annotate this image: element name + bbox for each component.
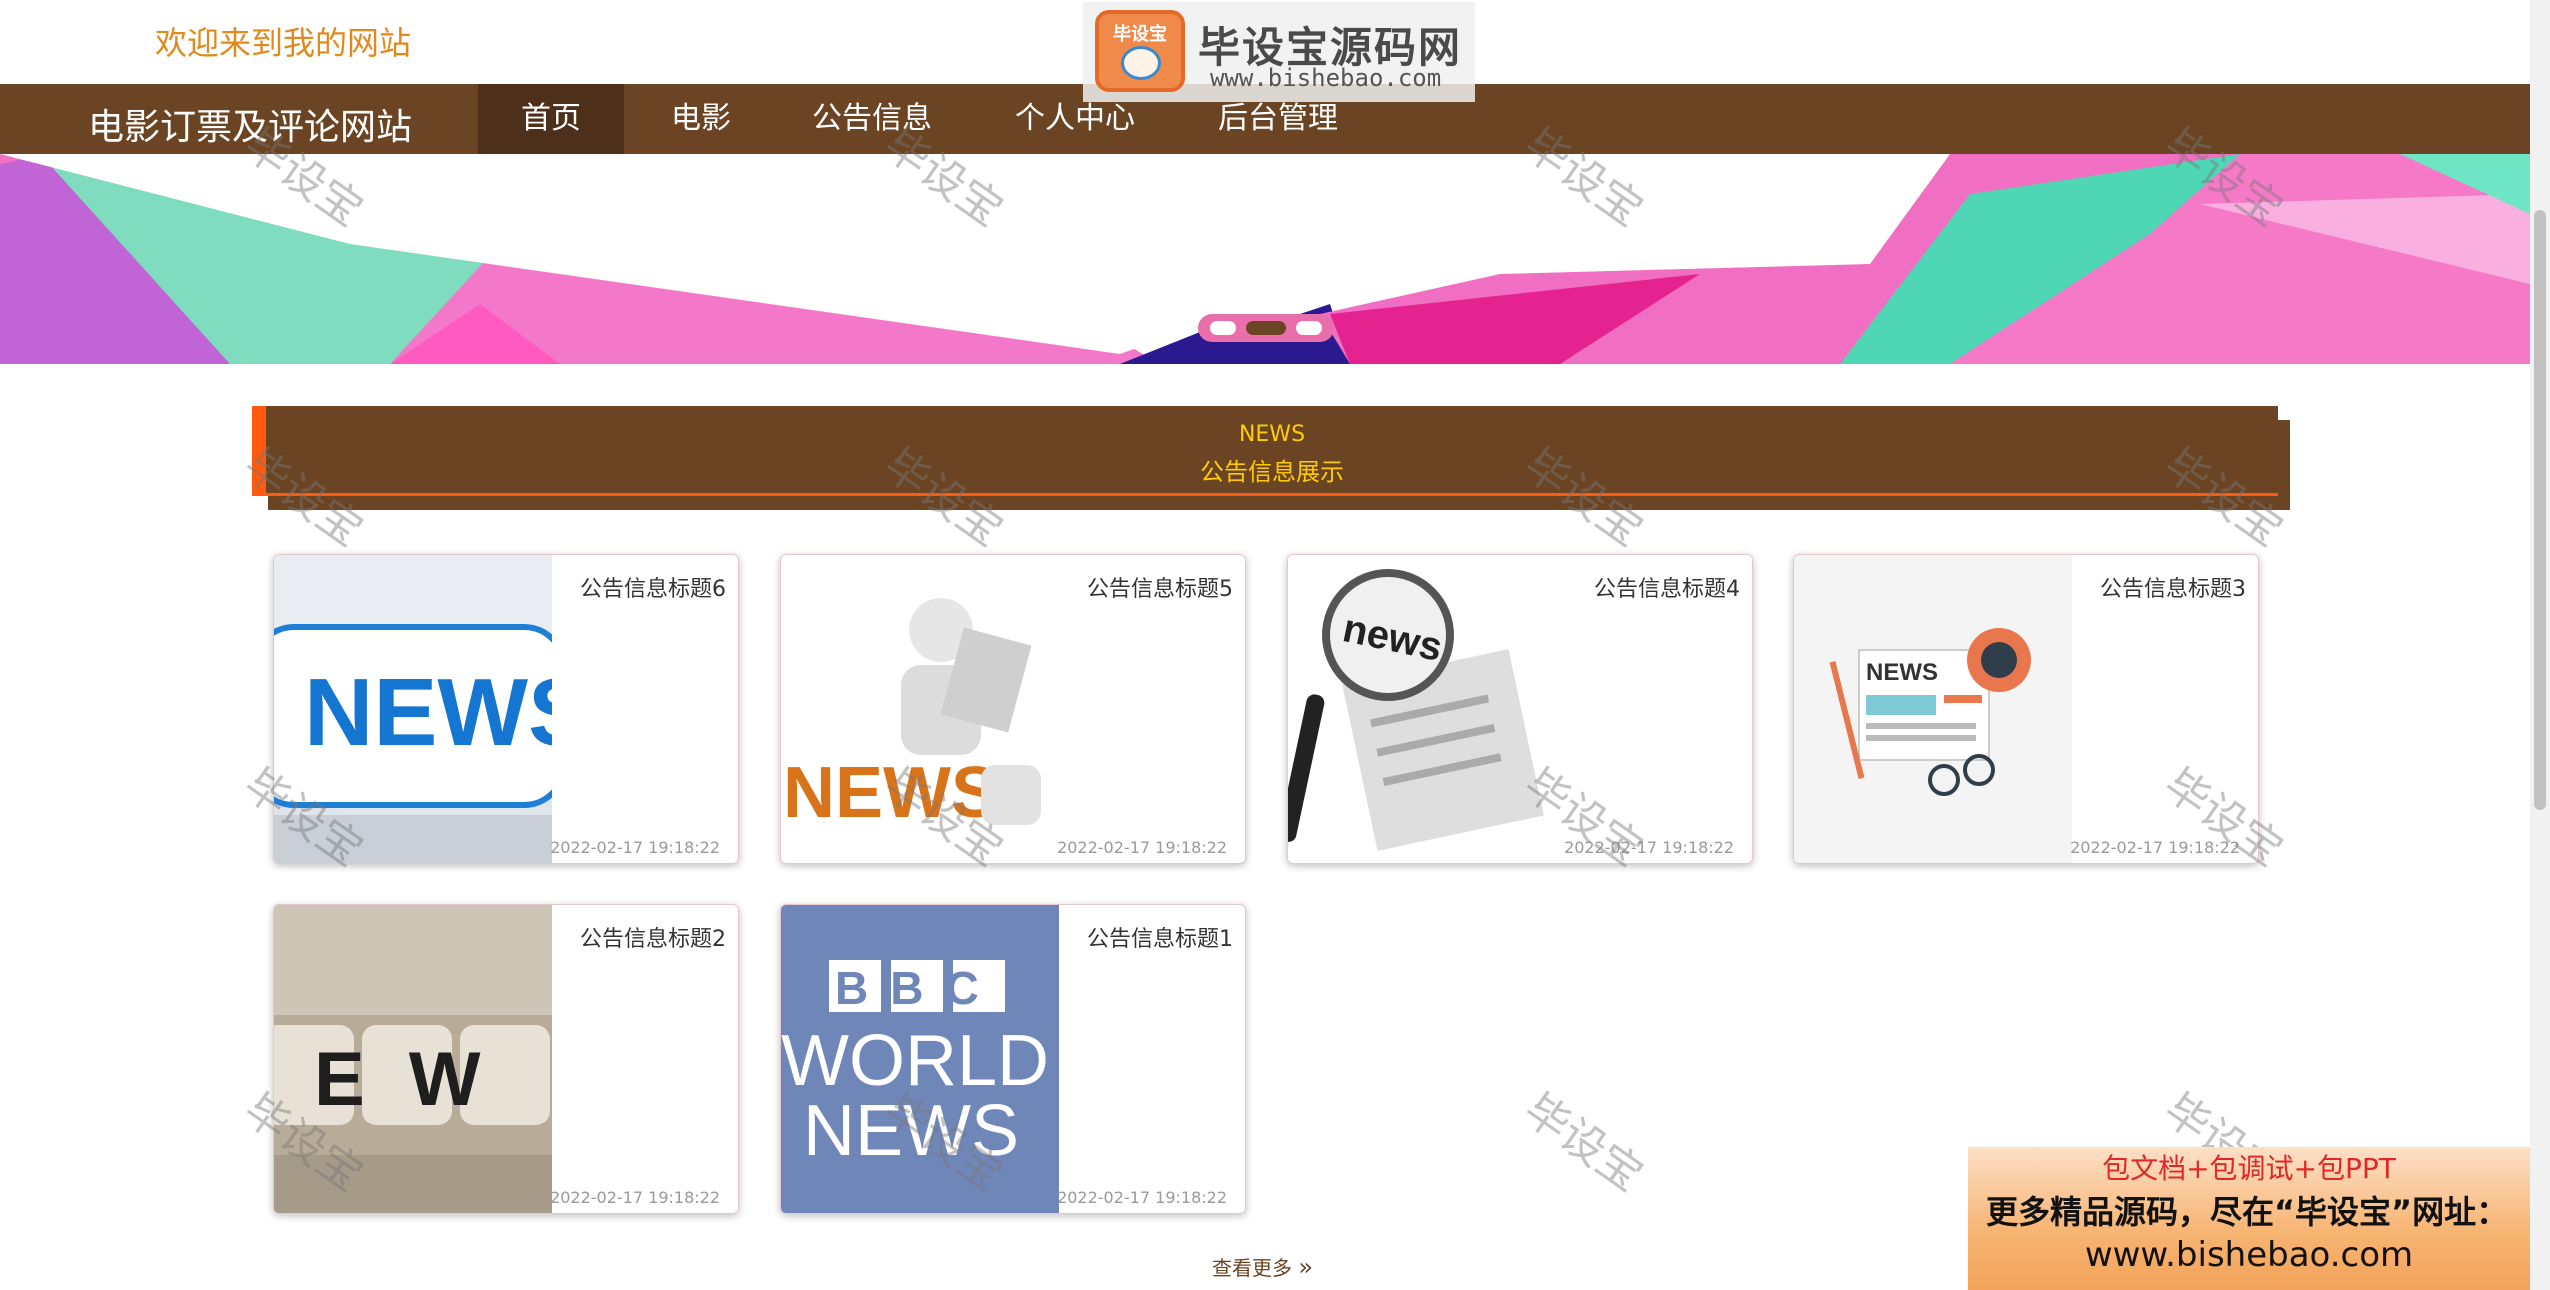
news-card[interactable]: news 公告信息标题4 2022-02-17 19:18:22 [1287, 554, 1753, 864]
news-card[interactable]: NEWS 公告信息标题3 2022-02-17 19:18:22 [1793, 554, 2259, 864]
news-title: 公告信息标题5 [1087, 577, 1233, 602]
news-title: 公告信息标题3 [2100, 577, 2246, 602]
nav-item-announcements[interactable]: 公告信息 [776, 84, 968, 154]
carousel-dot-active[interactable] [1246, 321, 1286, 335]
promo-ad-url[interactable]: www.bishebao.com [1968, 1235, 2530, 1275]
thumbnail-text: BBC [835, 962, 1001, 1014]
thumbnail-text: NEWS [783, 753, 999, 833]
news-time: 2022-02-17 19:18:22 [550, 838, 720, 857]
scrollbar[interactable] [2530, 0, 2550, 1290]
news-time: 2022-02-17 19:18:22 [1057, 1188, 1227, 1207]
news-card[interactable]: BBC WORLD NEWS 公告信息标题1 2022-02-17 19:18:… [780, 904, 1246, 1214]
thumbnail-text: WORLD [781, 1021, 1049, 1101]
thumbnail-text: NEWS [1866, 659, 1938, 686]
news-title: 公告信息标题6 [580, 577, 726, 602]
logo-badge-text: 毕设宝 [1113, 24, 1167, 45]
news-time: 2022-02-17 19:18:22 [2070, 838, 2240, 857]
news-title: 公告信息标题1 [1087, 927, 1233, 952]
watermark-text: 毕设宝 [1514, 1084, 1652, 1202]
news-thumbnail: EW [274, 905, 552, 1213]
double-chevron-right-icon: » [1298, 1253, 1314, 1281]
carousel-dot[interactable] [1210, 321, 1236, 335]
nav-item-movies[interactable]: 电影 [628, 84, 774, 154]
scrollbar-thumb[interactable] [2534, 210, 2546, 810]
news-thumbnail: BBC WORLD NEWS [781, 905, 1059, 1213]
news-thumbnail: NEWS [1794, 555, 2072, 863]
thumbnail-text: NEWS [803, 1091, 1019, 1171]
promo-ad-line1: 包文档+包调试+包PPT [2102, 1152, 2396, 1185]
thumbnail-text: NEWS [304, 659, 552, 766]
carousel-dot[interactable] [1296, 321, 1322, 335]
view-more-link[interactable]: 查看更多 » [1212, 1252, 1313, 1281]
news-section-en-title: NEWS [1238, 422, 1306, 447]
news-card[interactable]: NEWS 公告信息标题6 2022-02-17 19:18:22 [273, 554, 739, 864]
carousel-indicators [1198, 314, 1334, 342]
logo-url: www.bishebao.com [1210, 64, 1442, 92]
news-card[interactable]: EW 公告信息标题2 2022-02-17 19:18:22 [273, 904, 739, 1214]
nav-item-home[interactable]: 首页 [478, 84, 624, 154]
news-card[interactable]: NEWS 公告信息标题5 2022-02-17 19:18:22 [780, 554, 1246, 864]
news-title: 公告信息标题4 [1594, 577, 1740, 602]
site-title[interactable]: 电影订票及评论网站 [88, 98, 412, 150]
thumbnail-text: EW [314, 1037, 524, 1122]
site-logo[interactable]: 毕设宝 毕设宝源码网 www.bishebao.com [1083, 2, 1475, 102]
news-thumbnail: NEWS [274, 555, 552, 863]
news-section-cn-title: 公告信息展示 [1200, 458, 1344, 486]
welcome-text: 欢迎来到我的网站 [155, 24, 412, 62]
news-thumbnail: news [1288, 555, 1566, 863]
news-time: 2022-02-17 19:18:22 [550, 1188, 720, 1207]
promo-ad[interactable]: 包文档+包调试+包PPT 更多精品源码，尽在“毕设宝”网址： www.bishe… [1968, 1147, 2530, 1290]
view-more-label: 查看更多 [1212, 1256, 1292, 1280]
news-time: 2022-02-17 19:18:22 [1564, 838, 1734, 857]
news-time: 2022-02-17 19:18:22 [1057, 838, 1227, 857]
promo-ad-line2: 更多精品源码，尽在“毕设宝”网址： [1986, 1193, 2509, 1231]
news-thumbnail: NEWS [781, 555, 1059, 863]
logo-badge-icon: 毕设宝 [1095, 10, 1185, 92]
news-title: 公告信息标题2 [580, 927, 726, 952]
news-section-header: NEWS 公告信息展示 [252, 406, 2278, 496]
